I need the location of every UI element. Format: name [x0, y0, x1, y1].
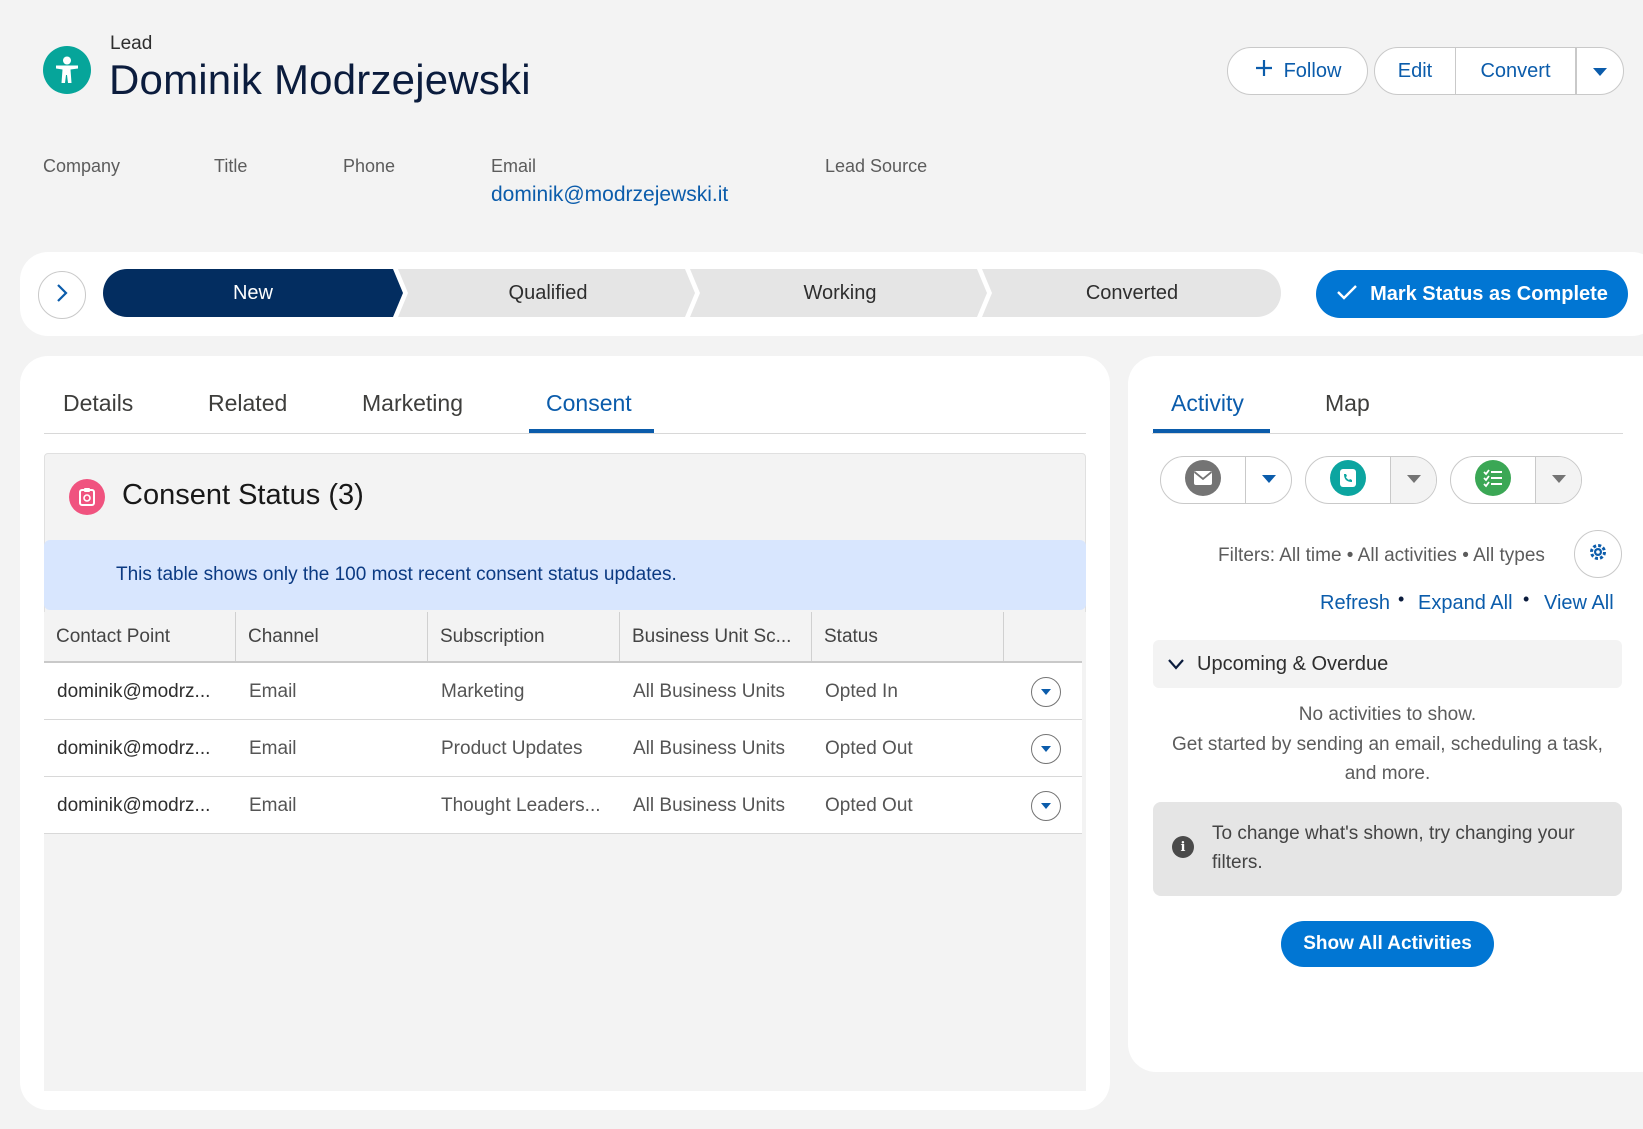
column-header-contact-point[interactable]: Contact Point: [44, 612, 236, 662]
separator-dot: •: [1398, 589, 1405, 609]
mark-status-label: Mark Status as Complete: [1370, 282, 1608, 305]
activity-filters-text: Filters: All time • All activities • All…: [1218, 545, 1545, 566]
convert-button[interactable]: Convert: [1456, 47, 1576, 95]
chevron-down-icon: [1167, 653, 1185, 676]
separator-dot: •: [1523, 589, 1530, 609]
chevron-down-icon: [1040, 683, 1052, 701]
email-button[interactable]: [1161, 457, 1246, 503]
tab-consent[interactable]: Consent: [546, 390, 632, 417]
cell-contact-point[interactable]: dominik@modrz...: [57, 720, 210, 777]
phone-label: Phone: [343, 156, 396, 176]
new-task-button[interactable]: [1451, 457, 1536, 503]
mark-status-complete-button[interactable]: Mark Status as Complete: [1316, 270, 1628, 318]
chevron-down-icon: [1261, 471, 1277, 489]
tab-marketing[interactable]: Marketing: [362, 390, 463, 417]
more-actions-button[interactable]: [1576, 47, 1624, 95]
row-actions-button[interactable]: [1031, 734, 1061, 764]
email-dropdown-button[interactable]: [1246, 457, 1291, 503]
get-started-text: Get started by sending an email, schedul…: [1172, 734, 1603, 755]
stage-converted-label[interactable]: Converted: [987, 269, 1277, 317]
path-toggle-button[interactable]: [38, 271, 86, 319]
column-header-channel[interactable]: Channel: [236, 612, 428, 662]
log-call-action[interactable]: [1305, 456, 1437, 504]
upcoming-overdue-section[interactable]: Upcoming & Overdue: [1153, 640, 1622, 688]
no-activities-text: No activities to show.: [1298, 704, 1477, 725]
company-label: Company: [43, 156, 121, 176]
lead-source-label: Lead Source: [825, 156, 928, 176]
consent-status-title: Consent Status (3): [122, 479, 364, 511]
email-link[interactable]: dominik@modrzejewski.it: [491, 183, 728, 207]
tabs-divider: [44, 433, 1086, 434]
row-actions-button[interactable]: [1031, 791, 1061, 821]
new-task-action[interactable]: [1450, 456, 1582, 504]
log-call-icon: [1330, 459, 1366, 501]
cell-subscription: Product Updates: [441, 737, 583, 759]
plus-icon: [1254, 58, 1274, 84]
edit-button[interactable]: Edit: [1374, 47, 1456, 95]
record-type-label: Lead: [110, 33, 153, 54]
view-all-link[interactable]: View All: [1544, 592, 1614, 615]
title-label: Title: [214, 156, 248, 176]
refresh-link[interactable]: Refresh: [1320, 592, 1390, 615]
expand-all-link[interactable]: Expand All: [1418, 592, 1513, 615]
record-actions: Edit Convert: [1374, 47, 1624, 95]
cell-status: Opted In: [825, 680, 898, 702]
row-actions-button[interactable]: [1031, 677, 1061, 707]
column-header-status[interactable]: Status: [812, 612, 1004, 662]
chevron-down-icon: [1406, 471, 1422, 489]
cell-channel: Email: [249, 737, 297, 759]
cell-channel: Email: [249, 680, 297, 702]
show-all-activities-button[interactable]: Show All Activities: [1281, 921, 1494, 967]
cell-business-unit: All Business Units: [633, 794, 786, 816]
cell-business-unit: All Business Units: [633, 680, 786, 702]
get-started-text-continued: and more.: [1344, 763, 1431, 784]
chevron-down-icon: [1592, 60, 1608, 83]
stage-working-label[interactable]: Working: [695, 269, 985, 317]
info-banner-text: This table shows only the 100 most recen…: [116, 564, 677, 585]
cell-contact-point[interactable]: dominik@modrz...: [57, 777, 210, 834]
email-icon: [1185, 459, 1221, 501]
email-action[interactable]: [1160, 456, 1292, 504]
checkmark-icon: [1336, 283, 1358, 306]
info-icon: i: [1172, 836, 1194, 858]
activity-tabs-divider: [1152, 433, 1623, 434]
filter-tip-text: To change what's shown, try changing you…: [1212, 823, 1575, 873]
tab-details[interactable]: Details: [63, 390, 133, 417]
follow-button[interactable]: Follow: [1227, 47, 1368, 95]
tab-map[interactable]: Map: [1325, 390, 1370, 417]
filter-settings-button[interactable]: [1574, 530, 1622, 578]
stage-new-label[interactable]: New: [103, 269, 403, 317]
chevron-right-icon: [55, 283, 69, 308]
chevron-down-icon: [1040, 797, 1052, 815]
new-task-icon: [1475, 459, 1511, 501]
gear-icon: [1587, 541, 1609, 568]
active-tab-indicator: [529, 429, 654, 433]
log-call-dropdown-button[interactable]: [1391, 457, 1436, 503]
record-name: Dominik Modrzejewski: [109, 56, 531, 103]
stage-qualified-label[interactable]: Qualified: [403, 269, 693, 317]
consent-icon: [69, 479, 105, 515]
lead-icon: [43, 46, 91, 94]
follow-label: Follow: [1283, 59, 1342, 82]
cell-business-unit: All Business Units: [633, 737, 786, 759]
cell-subscription: Thought Leaders...: [441, 794, 601, 816]
cell-contact-point[interactable]: dominik@modrz...: [57, 663, 210, 720]
chevron-down-icon: [1551, 471, 1567, 489]
tab-related[interactable]: Related: [208, 390, 287, 417]
log-call-button[interactable]: [1306, 457, 1391, 503]
cell-channel: Email: [249, 794, 297, 816]
email-label: Email: [491, 156, 537, 176]
column-header-business-unit[interactable]: Business Unit Sc...: [620, 612, 812, 662]
cell-status: Opted Out: [825, 737, 913, 759]
chevron-down-icon: [1040, 740, 1052, 758]
column-header-subscription[interactable]: Subscription: [428, 612, 620, 662]
cell-status: Opted Out: [825, 794, 913, 816]
tab-activity[interactable]: Activity: [1171, 390, 1244, 417]
upcoming-overdue-label: Upcoming & Overdue: [1197, 652, 1389, 675]
cell-subscription: Marketing: [441, 680, 525, 702]
active-activity-tab-indicator: [1153, 429, 1270, 433]
new-task-dropdown-button[interactable]: [1536, 457, 1581, 503]
